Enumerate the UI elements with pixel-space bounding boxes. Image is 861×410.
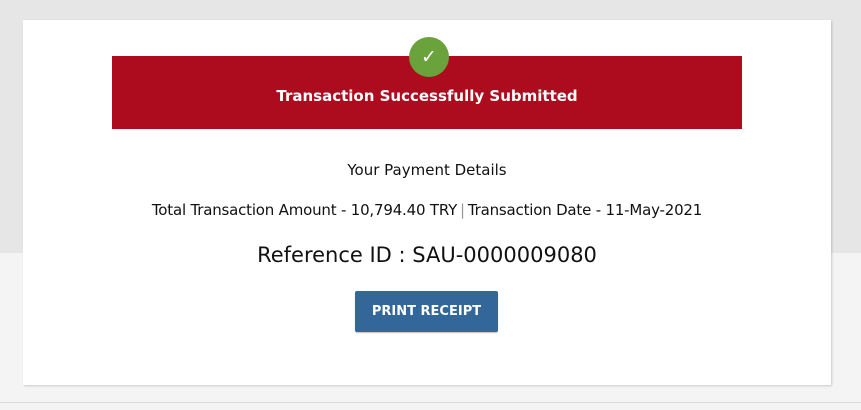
transaction-summary: Total Transaction Amount - 10,794.40 TRY… bbox=[23, 201, 831, 219]
check-icon: ✓ bbox=[409, 37, 449, 77]
separator: | bbox=[460, 201, 465, 219]
confirmation-card: Transaction Successfully Submitted ✓ You… bbox=[23, 20, 831, 385]
banner-title: Transaction Successfully Submitted bbox=[276, 87, 578, 105]
reference-id: Reference ID : SAU-0000009080 bbox=[257, 243, 597, 267]
payment-details-heading: Your Payment Details bbox=[347, 161, 507, 179]
page-bottom-divider bbox=[0, 402, 861, 403]
transaction-amount: Total Transaction Amount - 10,794.40 TRY bbox=[151, 201, 458, 219]
transaction-date: Transaction Date - 11-May-2021 bbox=[467, 201, 703, 219]
print-receipt-button[interactable]: PRINT RECEIPT bbox=[355, 291, 498, 332]
